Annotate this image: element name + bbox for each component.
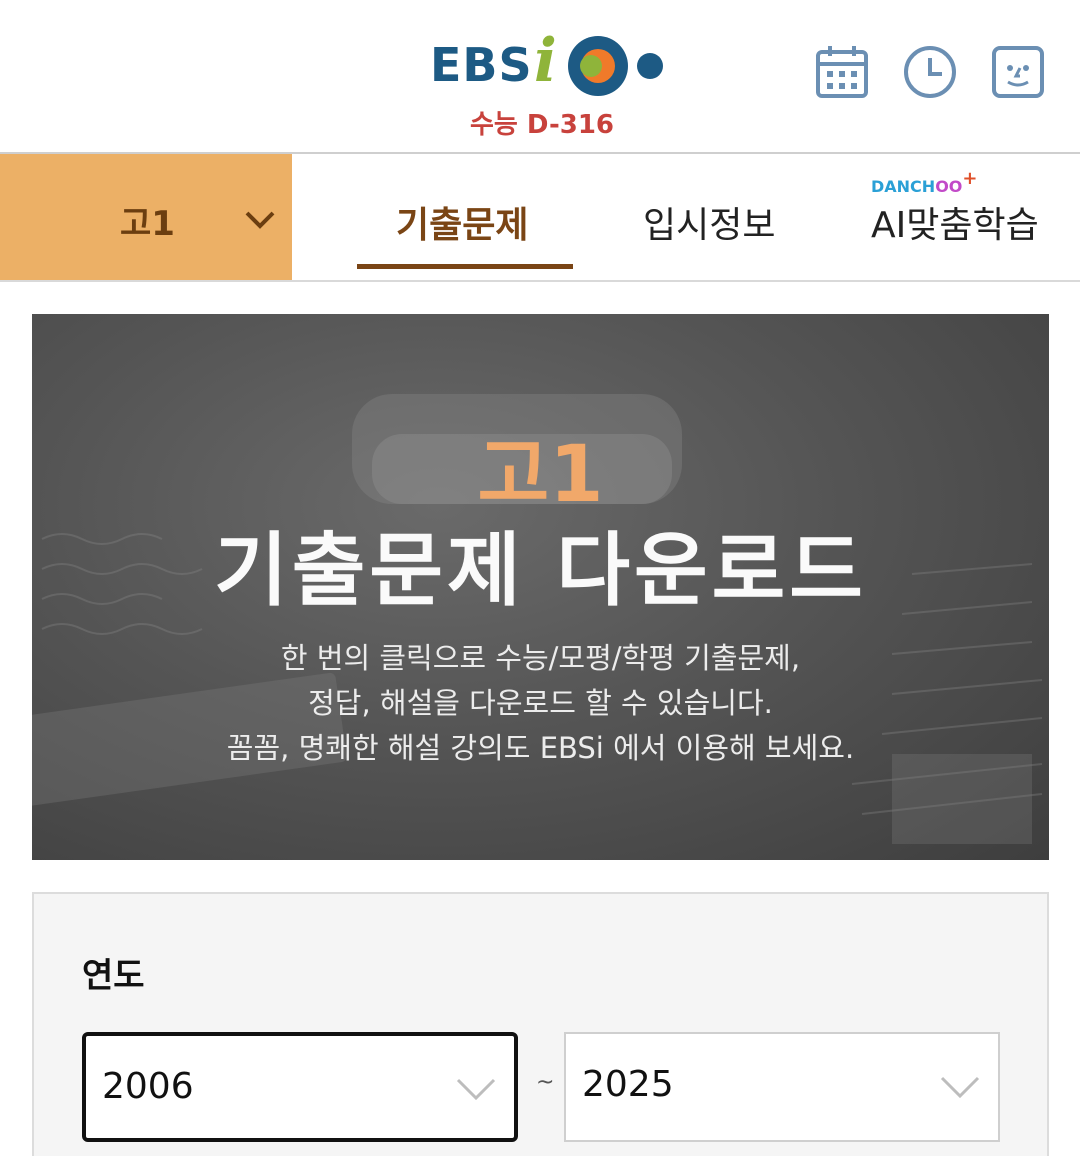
logo-text: EBS: [430, 38, 533, 92]
dday-counter: 수능 D-316: [470, 110, 615, 140]
logo-i: i: [534, 26, 557, 96]
clock-icon[interactable]: [902, 44, 958, 100]
danchoo-text-a: DANCH: [871, 177, 936, 196]
range-separator: ~: [536, 1070, 555, 1095]
hero-banner: 고1 기출문제 다운로드 한 번의 클릭으로 수능/모평/학평 기출문제, 정답…: [32, 314, 1049, 860]
from-year-select[interactable]: 2006: [82, 1032, 518, 1142]
danchoo-plus: +: [962, 168, 978, 189]
tab-admission-info[interactable]: 입시정보: [643, 196, 775, 248]
grade-label: 고1: [120, 204, 175, 244]
app-header: EBS i 수능 D-316: [0, 0, 1080, 154]
from-year-value: 2006: [102, 1066, 194, 1107]
logo-circles-icon: [568, 36, 663, 96]
filter-panel: 연도 2006 ~ 2025: [32, 892, 1049, 1156]
banner-desc-line: 한 번의 클릭으로 수능/모평/학평 기출문제,: [280, 641, 801, 675]
banner-desc-line: 꼼꼼, 명쾌한 해설 강의도 EBSi 에서 이용해 보세요.: [226, 731, 855, 765]
chevron-down-icon: [245, 211, 275, 229]
banner-desc-line: 정답, 해설을 다운로드 할 수 있습니다.: [308, 686, 773, 720]
chevron-down-icon: [940, 1076, 980, 1098]
danchoo-badge: DANCHOO+: [871, 168, 977, 197]
banner-title: 기출문제 다운로드: [214, 524, 867, 617]
chevron-down-icon: [456, 1078, 496, 1100]
year-filter-label: 연도: [82, 956, 145, 996]
active-tab-indicator: [357, 264, 573, 269]
grade-selector[interactable]: 고1: [0, 154, 292, 280]
main-nav: 고1 기출문제 입시정보 DANCHOO+ AI맞춤학습: [0, 154, 1080, 282]
to-year-value: 2025: [582, 1064, 674, 1105]
danchoo-text-b: OO: [935, 177, 963, 196]
to-year-select[interactable]: 2025: [564, 1032, 1000, 1142]
tab-ai-learning[interactable]: AI맞춤학습: [871, 196, 1039, 248]
my-face-icon[interactable]: [990, 44, 1046, 100]
tab-past-exams[interactable]: 기출문제: [396, 196, 528, 248]
calendar-icon[interactable]: [814, 44, 870, 100]
banner-description: 한 번의 클릭으로 수능/모평/학평 기출문제, 정답, 해설을 다운로드 할 …: [32, 636, 1049, 771]
ebsi-logo[interactable]: EBS i: [430, 26, 670, 110]
